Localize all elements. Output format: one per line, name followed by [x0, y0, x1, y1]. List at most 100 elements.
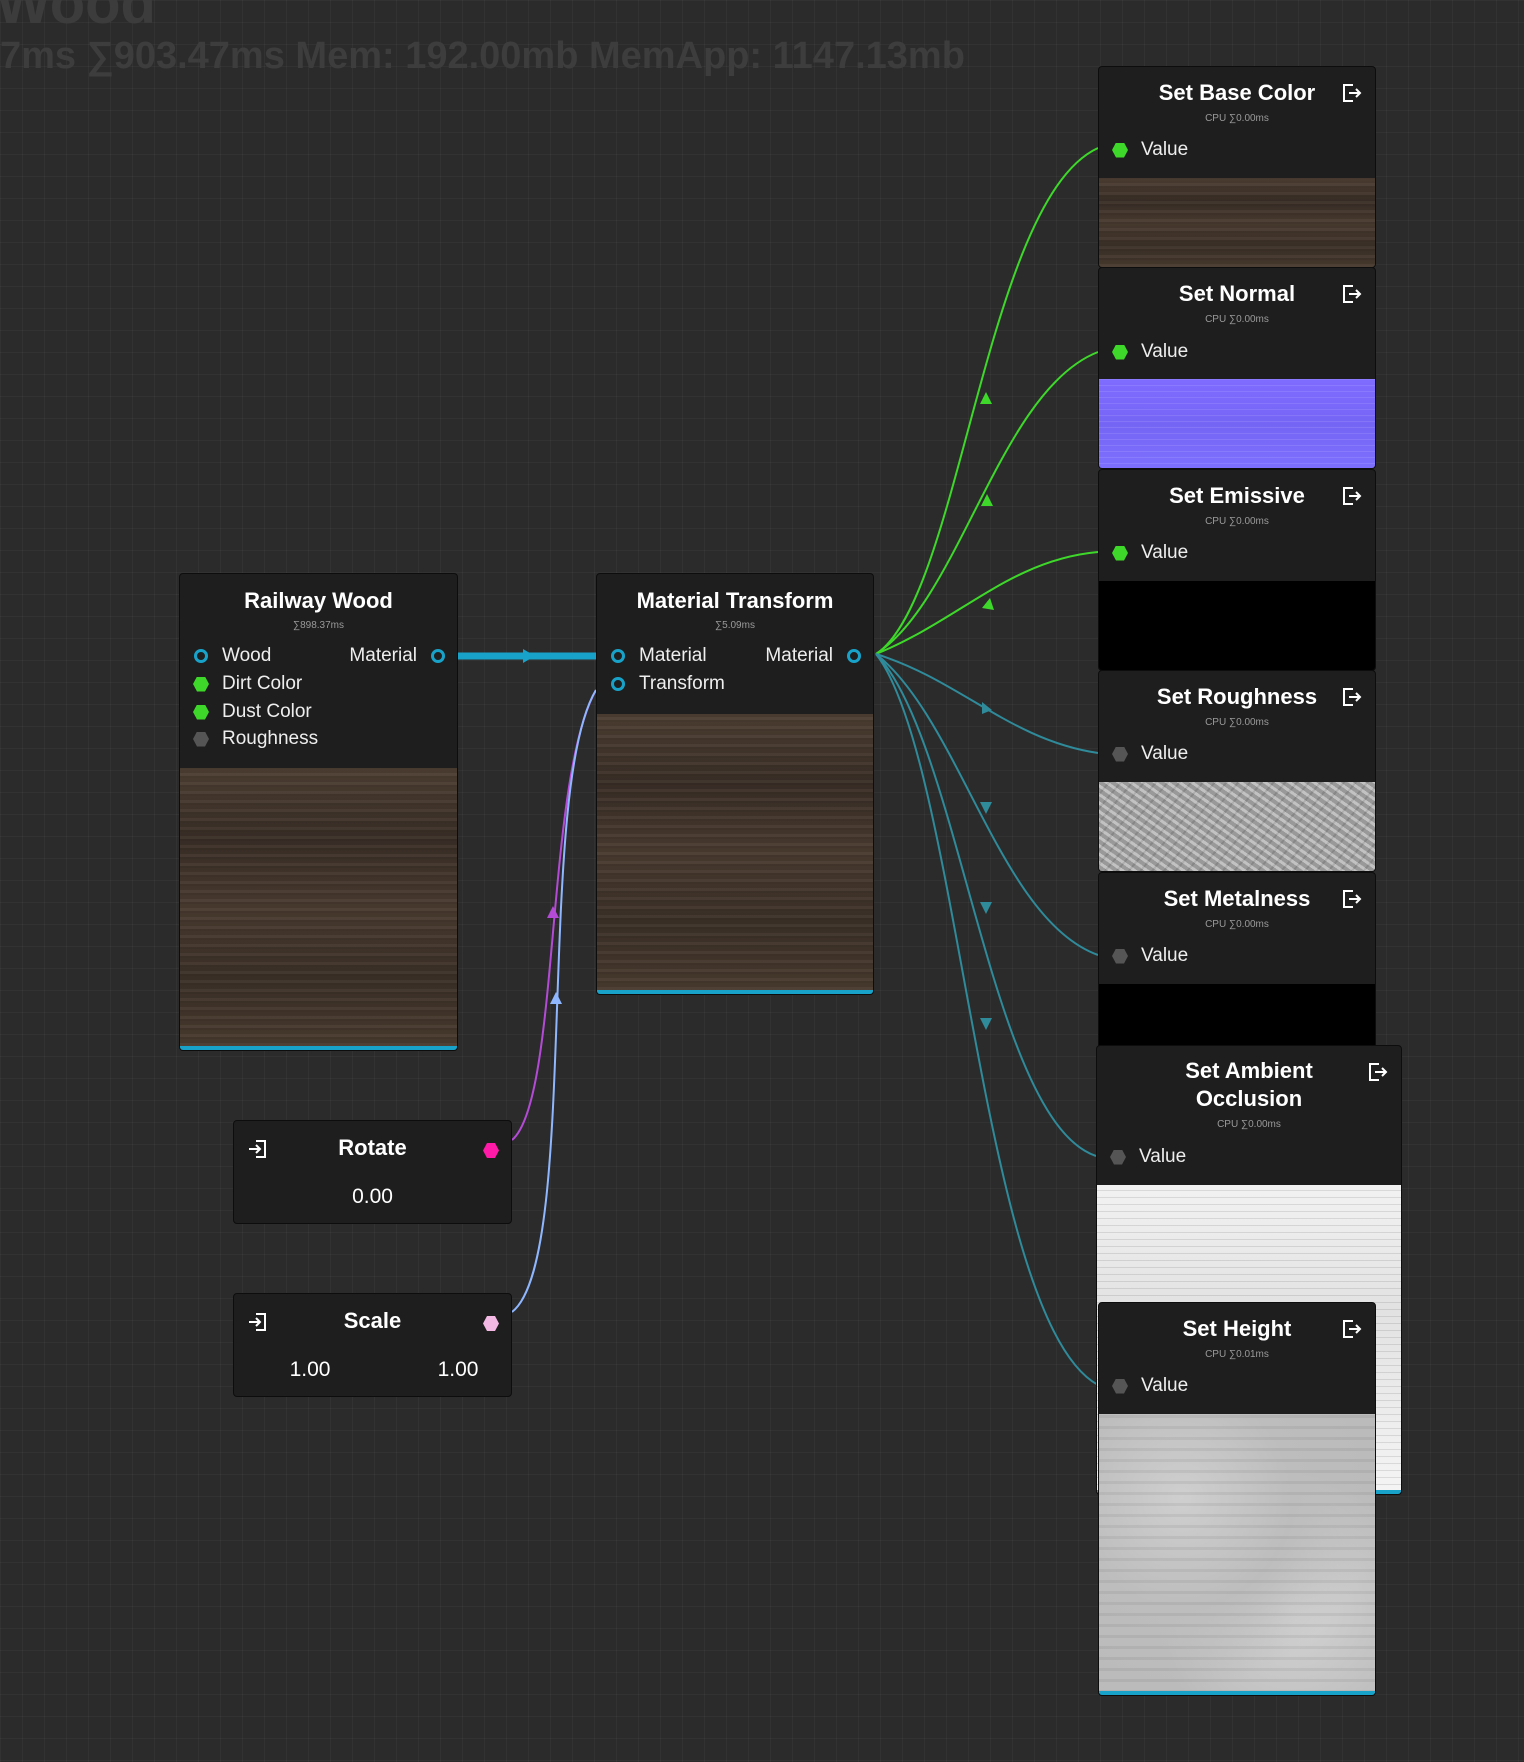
pin-label: Material: [349, 645, 417, 666]
pin-label: Value: [1139, 1146, 1187, 1167]
node-cpu-timing: CPU ∑0.01ms: [1205, 1349, 1269, 1360]
pin-label: Value: [1141, 341, 1189, 362]
wire-arrow: [550, 992, 562, 1004]
exit-arrow-icon[interactable]: [1339, 685, 1363, 709]
transform-pin-icon: [611, 677, 625, 691]
node-cpu-timing: CPU ∑0.00ms: [1217, 1119, 1281, 1130]
input-pin-wood[interactable]: Wood: [194, 644, 271, 668]
input-pin-value[interactable]: Value: [1112, 138, 1188, 162]
wire-arrow: [980, 902, 992, 914]
pin-label: Value: [1141, 139, 1189, 160]
input-pin-roughness[interactable]: Roughness: [193, 727, 318, 751]
color-pin-icon: [1112, 344, 1128, 360]
rotate-value[interactable]: 0.00: [234, 1185, 511, 1209]
base-color-preview-image: [1099, 178, 1375, 267]
node-title: Set Base Color: [1158, 80, 1316, 105]
exit-arrow-icon[interactable]: [1339, 282, 1363, 306]
node-title: Material Transform: [636, 588, 834, 613]
input-pin-value[interactable]: Value: [1112, 944, 1188, 968]
input-pin-transform[interactable]: Transform: [611, 672, 725, 696]
pin-label: Wood: [222, 645, 272, 666]
input-pin-dirt-color[interactable]: Dirt Color: [193, 672, 302, 696]
material-pin-icon: [611, 649, 625, 663]
material-pin-icon: [847, 649, 861, 663]
input-pin-value[interactable]: Value: [1112, 742, 1188, 766]
node-title: Set Height: [1182, 1316, 1292, 1341]
pin-label: Transform: [639, 673, 725, 694]
node-title: Set Emissive: [1169, 483, 1305, 508]
pin-label: Roughness: [222, 728, 319, 749]
set-normal-node[interactable]: Set Normal CPU ∑0.00ms Value: [1098, 267, 1376, 469]
node-title: Set Normal: [1178, 281, 1296, 306]
node-progress-bar: [1099, 1691, 1375, 1695]
material-pin-icon: [431, 649, 445, 663]
material-pin-icon: [194, 649, 208, 663]
node-cpu-timing: CPU ∑0.00ms: [1205, 717, 1269, 728]
input-pin-value[interactable]: Value: [1112, 541, 1188, 565]
emissive-preview-image: [1099, 581, 1375, 670]
wire-to-roughness: [875, 653, 1099, 754]
pin-label: Value: [1141, 945, 1189, 966]
wire-arrow: [980, 392, 992, 404]
input-pin-value[interactable]: Value: [1110, 1145, 1186, 1169]
color-pin-icon: [1112, 142, 1128, 158]
set-base-color-node[interactable]: Set Base Color CPU ∑0.00ms Value: [1098, 66, 1376, 268]
wire-arrow: [980, 1018, 992, 1030]
rotate-node[interactable]: Rotate 0.00: [233, 1120, 512, 1224]
float-pin-icon: [1112, 1378, 1128, 1394]
input-pin-dust-color[interactable]: Dust Color: [193, 700, 312, 724]
node-title-line1: Set Ambient: [1185, 1058, 1313, 1083]
float-pin-icon: [1110, 1149, 1126, 1165]
color-pin-icon: [193, 704, 209, 720]
set-roughness-node[interactable]: Set Roughness CPU ∑0.00ms Value: [1098, 670, 1376, 872]
node-cpu-timing: CPU ∑0.00ms: [1205, 919, 1269, 930]
float-pin-icon: [193, 731, 209, 747]
node-title: Railway Wood: [244, 588, 393, 613]
node-cpu-timing: CPU ∑0.00ms: [1205, 113, 1269, 124]
float-pin-icon: [1112, 746, 1128, 762]
scale-value-x[interactable]: 1.00: [270, 1358, 350, 1382]
set-height-node[interactable]: Set Height CPU ∑0.01ms Value: [1098, 1302, 1376, 1696]
material-transform-node[interactable]: Material Transform ∑5.09ms Material Mate…: [596, 573, 874, 995]
node-cpu-timing: CPU ∑0.00ms: [1205, 314, 1269, 325]
node-timing: ∑898.37ms: [292, 620, 345, 631]
wire-arrow: [547, 906, 559, 918]
input-pin-value[interactable]: Value: [1112, 340, 1188, 364]
node-title: Scale: [343, 1308, 402, 1333]
enter-arrow-icon: [249, 1313, 266, 1331]
height-map-preview-image: [1099, 1414, 1375, 1693]
roughness-preview-image: [1099, 782, 1375, 871]
input-pin-value[interactable]: Value: [1112, 1374, 1188, 1398]
transformed-wood-preview-image: [597, 714, 873, 992]
normal-map-preview-image: [1099, 379, 1375, 468]
wire-arrow: [982, 598, 994, 610]
exit-arrow-icon[interactable]: [1339, 1317, 1363, 1341]
float-pin-icon: [1112, 948, 1128, 964]
enter-arrow-icon: [249, 1140, 266, 1158]
output-pin-material[interactable]: Material: [349, 644, 445, 668]
node-title: Set Metalness: [1163, 886, 1311, 911]
exit-arrow-icon[interactable]: [1339, 484, 1363, 508]
wire-arrow: [980, 802, 992, 814]
exit-arrow-icon[interactable]: [1365, 1060, 1389, 1084]
color-pin-icon: [193, 676, 209, 692]
node-timing: ∑5.09ms: [715, 620, 755, 631]
scale-node[interactable]: Scale 1.00 1.00: [233, 1293, 512, 1397]
pin-label: Material: [765, 645, 833, 666]
node-progress-bar: [180, 1046, 457, 1050]
set-emissive-node[interactable]: Set Emissive CPU ∑0.00ms Value: [1098, 469, 1376, 671]
output-pin-material[interactable]: Material: [765, 644, 861, 668]
pin-label: Value: [1141, 743, 1189, 764]
railway-wood-node[interactable]: Railway Wood ∑898.37ms Wood Material Dir…: [179, 573, 458, 1051]
exit-arrow-icon[interactable]: [1339, 81, 1363, 105]
pin-label: Material: [639, 645, 707, 666]
node-title: Set Roughness: [1156, 684, 1318, 709]
wire-arrow: [523, 649, 535, 663]
input-pin-material[interactable]: Material: [611, 644, 707, 668]
node-title-line2: Occlusion: [1195, 1086, 1303, 1111]
node-cpu-timing: CPU ∑0.00ms: [1205, 516, 1269, 527]
scale-value-y[interactable]: 1.00: [418, 1358, 498, 1382]
node-title: Rotate: [338, 1135, 407, 1160]
exit-arrow-icon[interactable]: [1339, 887, 1363, 911]
set-metalness-node[interactable]: Set Metalness CPU ∑0.00ms Value: [1098, 872, 1376, 1074]
